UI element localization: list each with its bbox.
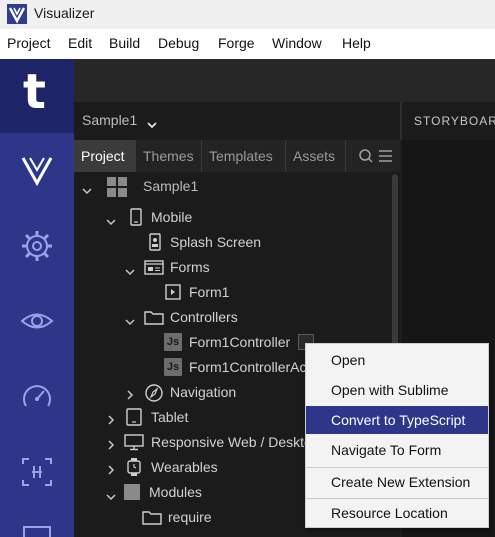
menu-item-label: Create New Extension xyxy=(331,474,471,490)
tree-row-form1[interactable]: Form1 xyxy=(74,280,394,305)
chevron-down-icon[interactable] xyxy=(125,263,135,281)
menu-project[interactable]: Project xyxy=(7,35,51,51)
menu-edit[interactable]: Edit xyxy=(68,35,92,51)
menu-item-open-with-sublime[interactable]: Open with Sublime xyxy=(306,376,488,404)
chevron-right-icon[interactable] xyxy=(108,412,115,430)
js-icon: Js xyxy=(164,358,182,376)
js-icon: Js xyxy=(164,333,182,351)
tree-label: Modules xyxy=(149,484,202,500)
menu-item-resource-location[interactable]: Resource Location xyxy=(306,499,488,527)
tab-templates[interactable]: Templates xyxy=(202,140,286,172)
tab-themes[interactable]: Themes xyxy=(136,140,202,172)
window-title: Visualizer xyxy=(34,5,95,21)
tree-label: Mobile xyxy=(151,209,193,225)
project-tabs: Project Themes Templates Assets xyxy=(74,140,400,172)
menu-item-label: Open xyxy=(331,352,366,368)
left-rail: t xyxy=(0,59,74,537)
layout-icon[interactable] xyxy=(19,454,55,490)
gear-icon[interactable] xyxy=(19,228,55,264)
chevron-down-icon[interactable] xyxy=(106,213,116,231)
tree-label: Controllers xyxy=(170,309,238,325)
tree-label: require xyxy=(168,509,212,525)
tab-assets-label: Assets xyxy=(293,148,336,164)
tree-label: Tablet xyxy=(151,409,189,425)
menu-build[interactable]: Build xyxy=(109,35,140,51)
project-selector[interactable]: Sample1 xyxy=(74,102,400,140)
tree-label: Responsive Web / Desktop xyxy=(151,434,320,450)
visualizer-logo-icon xyxy=(7,4,27,24)
tree-row-controllers[interactable]: Controllers xyxy=(74,305,394,330)
forms-icon xyxy=(144,258,164,276)
chevron-down-icon[interactable] xyxy=(125,313,135,331)
splash-icon xyxy=(146,233,164,251)
menu-window[interactable]: Window xyxy=(272,35,322,51)
form-icon xyxy=(164,283,182,301)
menu-item-open[interactable]: Open xyxy=(306,346,488,374)
menu-icon[interactable] xyxy=(379,150,392,162)
tree-label: Navigation xyxy=(170,384,237,400)
tree-label: Form1 xyxy=(189,284,230,300)
tree-label: Sample1 xyxy=(143,178,199,194)
tree-label: Form1Controller xyxy=(189,334,291,350)
tab-assets[interactable]: Assets xyxy=(286,140,346,172)
tree-label: Wearables xyxy=(151,459,218,475)
tab-tools xyxy=(358,148,394,169)
tab-project[interactable]: Project xyxy=(74,140,136,172)
tree-label: Forms xyxy=(170,259,210,275)
brand-letter: t xyxy=(23,64,46,120)
chevron-right-icon[interactable] xyxy=(127,387,134,405)
brand-logo[interactable]: t xyxy=(0,59,74,133)
chevron-down-icon[interactable] xyxy=(82,182,92,200)
folder-icon xyxy=(144,308,164,326)
search-icon[interactable] xyxy=(359,149,373,163)
storyboard-label: STORYBOARD xyxy=(414,114,495,128)
menu-item-label: Navigate To Form xyxy=(331,442,442,458)
project-name: Sample1 xyxy=(82,112,138,128)
menu-debug[interactable]: Debug xyxy=(158,35,199,51)
tree-label: Splash Screen xyxy=(170,234,262,250)
chevron-right-icon[interactable] xyxy=(108,437,115,455)
module-icon xyxy=(123,483,141,501)
tablet-icon xyxy=(125,408,143,426)
menu-help[interactable]: Help xyxy=(342,35,371,51)
context-menu: Open Open with Sublime Convert to TypeSc… xyxy=(305,343,489,528)
chevron-right-icon[interactable] xyxy=(108,462,115,480)
tree-row-mobile[interactable]: Mobile xyxy=(74,205,394,230)
panel-icon[interactable] xyxy=(19,521,55,537)
menu-item-convert-to-typescript[interactable]: Convert to TypeScript xyxy=(306,406,488,434)
tree-row-sample1[interactable]: Sample1 xyxy=(74,174,394,199)
tab-templates-label: Templates xyxy=(209,148,273,164)
title-bar: Visualizer xyxy=(0,0,495,29)
visualizer-icon[interactable] xyxy=(19,152,55,188)
storyboard-header[interactable]: STORYBOARD xyxy=(400,102,495,140)
tree-row-splash-screen[interactable]: Splash Screen xyxy=(74,230,394,255)
toolbar-strip xyxy=(74,59,495,102)
tree-row-forms[interactable]: Forms xyxy=(74,255,394,280)
menu-item-navigate-to-form[interactable]: Navigate To Form xyxy=(306,436,488,464)
eye-icon[interactable] xyxy=(19,303,55,339)
menu-forge[interactable]: Forge xyxy=(218,35,255,51)
gauge-icon[interactable] xyxy=(19,379,55,415)
menu-item-label: Open with Sublime xyxy=(331,382,449,398)
folder-icon xyxy=(142,508,162,526)
menu-item-label: Convert to TypeScript xyxy=(331,412,466,428)
menu-item-label: Resource Location xyxy=(331,505,448,521)
phone-icon xyxy=(127,208,145,226)
watch-icon xyxy=(125,458,143,476)
chevron-down-icon[interactable] xyxy=(106,488,116,506)
desktop-icon xyxy=(124,433,144,451)
chevron-down-icon xyxy=(147,116,157,134)
tab-project-label: Project xyxy=(81,148,125,164)
compass-icon xyxy=(144,383,164,402)
menu-bar: Project Edit Build Debug Forge Window He… xyxy=(0,29,495,59)
menu-item-create-new-extension[interactable]: Create New Extension xyxy=(306,468,488,496)
grid-icon xyxy=(107,177,127,197)
tab-themes-label: Themes xyxy=(143,148,194,164)
